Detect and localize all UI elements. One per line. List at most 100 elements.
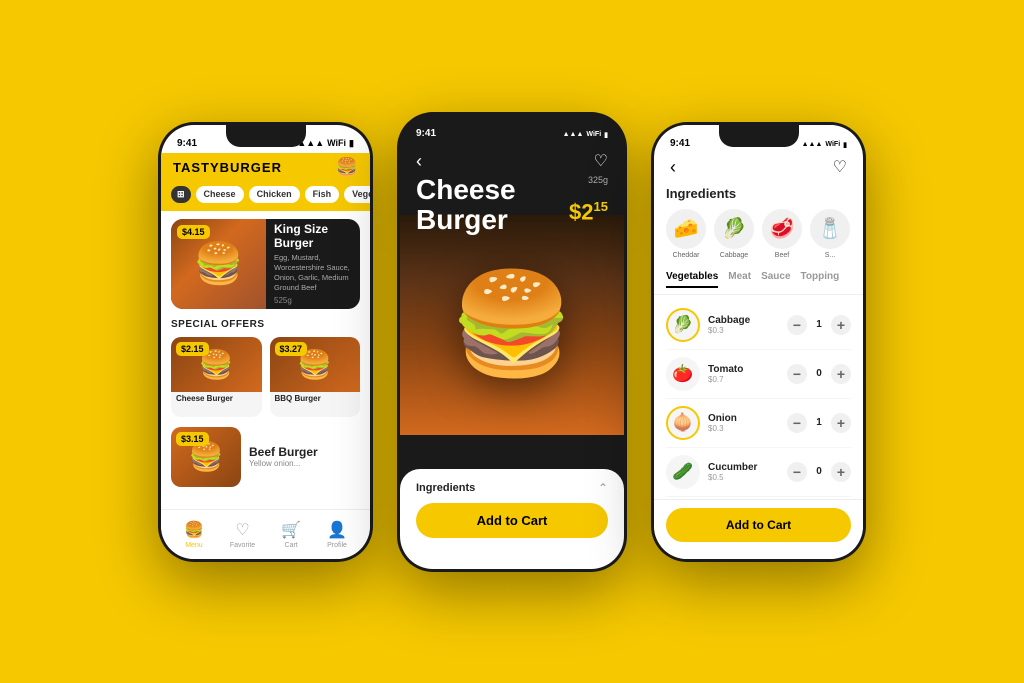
cabbage-name: Cabbage bbox=[708, 315, 779, 326]
ingredients-row: Ingredients ⌃ bbox=[416, 481, 608, 495]
favorite-button[interactable]: ♡ bbox=[594, 151, 608, 172]
phone-ingredients: 9:41 ▲▲▲ WiFi ▮ ‹ ♡ Ingredients 🧀 Chedda… bbox=[651, 122, 866, 562]
tomato-minus-button[interactable]: − bbox=[787, 364, 807, 384]
filter-cheese[interactable]: Cheese bbox=[196, 186, 244, 203]
cabbage-price: $0.3 bbox=[708, 326, 779, 335]
cabbage-circle: 🥬 bbox=[714, 209, 754, 249]
filter-chicken[interactable]: Chicken bbox=[249, 186, 300, 203]
cucumber-qty-control: − 0 + bbox=[787, 462, 851, 482]
featured-card[interactable]: 🍔 $4.15 King Size Burger Egg, Mustard, W… bbox=[171, 219, 360, 309]
featured-image: 🍔 $4.15 bbox=[171, 219, 266, 309]
cucumber-minus-button[interactable]: − bbox=[787, 462, 807, 482]
tomato-qty: 0 bbox=[813, 368, 825, 379]
burger-price: $215 bbox=[569, 199, 608, 225]
tab-meat[interactable]: Meat bbox=[728, 271, 751, 288]
onion-name: Onion bbox=[708, 413, 779, 424]
featured-desc: Egg, Mustard, Worcestershire Sauce, Onio… bbox=[274, 253, 352, 292]
bottom-item-card[interactable]: 🍔 $3.15 Beef Burger Yellow onion... bbox=[171, 427, 360, 487]
special-grid: 🍔 $2.15 Cheese Burger 🍔 $3.27 BBQ Burger bbox=[171, 337, 360, 417]
featured-weight: 525g bbox=[274, 296, 352, 305]
add-to-cart-button-3[interactable]: Add to Cart bbox=[666, 508, 851, 542]
ingredient-list: 🥬 Cabbage $0.3 − 1 + 🍅 Tomato bbox=[654, 295, 863, 499]
special-label-0: Cheese Burger bbox=[171, 392, 262, 405]
top-ingredient-3: 🧂 S... bbox=[810, 209, 850, 259]
favorite-button-3[interactable]: ♡ bbox=[833, 157, 847, 178]
tab-topping[interactable]: Topping bbox=[801, 271, 840, 288]
cabbage-minus-button[interactable]: − bbox=[787, 315, 807, 335]
filter-veg[interactable]: Vegeta... bbox=[344, 186, 370, 203]
favorite-nav-icon: ♡ bbox=[235, 520, 249, 540]
cabbage-icon: 🥬 bbox=[666, 308, 700, 342]
add-to-cart-button[interactable]: Add to Cart bbox=[416, 503, 608, 538]
special-price-0: $2.15 bbox=[176, 342, 209, 356]
ingredients-toggle-icon[interactable]: ⌃ bbox=[598, 481, 608, 495]
battery-icon-3: ▮ bbox=[843, 141, 847, 149]
ingredient-row-3: 🥒 Cucumber $0.5 − 0 + bbox=[666, 448, 851, 497]
top-ingredient-0: 🧀 Cheddar bbox=[666, 209, 706, 259]
veg-tabs: Vegetables Meat Sauce Topping bbox=[654, 265, 863, 295]
phone-menu: 9:41 ▲▲▲ WiFi ▮ TASTYBURGER 🍔 ⊞ Cheese C… bbox=[158, 122, 373, 562]
top-ingredient-1: 🥬 Cabbage bbox=[714, 209, 754, 259]
ingredient-row-1: 🍅 Tomato $0.7 − 0 + bbox=[666, 350, 851, 399]
top-ingredient-2: 🥩 Beef bbox=[762, 209, 802, 259]
special-card-0[interactable]: 🍔 $2.15 Cheese Burger bbox=[171, 337, 262, 417]
featured-info: King Size Burger Egg, Mustard, Worcester… bbox=[266, 219, 360, 309]
salt-circle: 🧂 bbox=[810, 209, 850, 249]
onion-plus-button[interactable]: + bbox=[831, 413, 851, 433]
cucumber-info: Cucumber $0.5 bbox=[708, 462, 779, 482]
special-card-1[interactable]: 🍔 $3.27 BBQ Burger bbox=[270, 337, 361, 417]
burger-hero-image: 🍔 bbox=[400, 215, 624, 435]
time-2: 9:41 bbox=[416, 128, 436, 139]
wifi-icon-3: WiFi bbox=[825, 141, 840, 148]
nav-profile[interactable]: 👤 Profile bbox=[327, 520, 347, 549]
onion-icon: 🧅 bbox=[666, 406, 700, 440]
special-label-1: BBQ Burger bbox=[270, 392, 361, 405]
cucumber-icon: 🥒 bbox=[666, 455, 700, 489]
ingredients-top: Ingredients 🧀 Cheddar 🥬 Cabbage 🥩 Beef bbox=[654, 186, 863, 265]
onion-qty-control: − 1 + bbox=[787, 413, 851, 433]
nav-cart[interactable]: 🛒 Cart bbox=[281, 520, 301, 549]
wifi-icon-2: WiFi bbox=[586, 131, 601, 138]
onion-minus-button[interactable]: − bbox=[787, 413, 807, 433]
cart-nav-icon: 🛒 bbox=[281, 520, 301, 540]
cucumber-price: $0.5 bbox=[708, 473, 779, 482]
status-icons-2: ▲▲▲ WiFi ▮ bbox=[563, 131, 608, 139]
bottom-item-img: 🍔 $3.15 bbox=[171, 427, 241, 487]
nav-favorite[interactable]: ♡ Favorite bbox=[230, 520, 255, 549]
phone1-content: 🍔 $4.15 King Size Burger Egg, Mustard, W… bbox=[161, 211, 370, 509]
filter-fish[interactable]: Fish bbox=[305, 186, 340, 203]
tomato-plus-button[interactable]: + bbox=[831, 364, 851, 384]
cabbage-plus-button[interactable]: + bbox=[831, 315, 851, 335]
onion-info: Onion $0.3 bbox=[708, 413, 779, 433]
time-3: 9:41 bbox=[670, 138, 690, 149]
bottom-item-name: Beef Burger bbox=[249, 445, 360, 459]
cucumber-plus-button[interactable]: + bbox=[831, 462, 851, 482]
status-icons-1: ▲▲▲ WiFi ▮ bbox=[297, 138, 354, 149]
price-decimal: 15 bbox=[594, 199, 608, 214]
time-1: 9:41 bbox=[177, 138, 197, 149]
status-icons-3: ▲▲▲ WiFi ▮ bbox=[802, 141, 847, 149]
burger-weight: 325g bbox=[588, 175, 608, 185]
grid-view-button[interactable]: ⊞ bbox=[171, 186, 191, 203]
back-button-3[interactable]: ‹ bbox=[670, 157, 676, 178]
nav-menu[interactable]: 🍔 Menu bbox=[184, 520, 204, 549]
bottom-item-desc: Yellow onion... bbox=[249, 459, 360, 468]
phone1-header: TASTYBURGER 🍔 bbox=[161, 153, 370, 186]
tomato-info: Tomato $0.7 bbox=[708, 364, 779, 384]
tomato-qty-control: − 0 + bbox=[787, 364, 851, 384]
ingredient-row-2: 🧅 Onion $0.3 − 1 + bbox=[666, 399, 851, 448]
notch bbox=[226, 125, 306, 147]
cucumber-name: Cucumber bbox=[708, 462, 779, 473]
signal-icon-3: ▲▲▲ bbox=[802, 141, 823, 148]
burger-big-emoji: 🍔 bbox=[450, 266, 575, 383]
phone3-bottom: Add to Cart bbox=[654, 499, 863, 559]
menu-icon[interactable]: 🍔 bbox=[336, 157, 358, 178]
menu-nav-label: Menu bbox=[185, 542, 203, 549]
onion-price: $0.3 bbox=[708, 424, 779, 433]
cheddar-label: Cheddar bbox=[673, 252, 700, 259]
tab-sauce[interactable]: Sauce bbox=[761, 271, 790, 288]
cart-nav-label: Cart bbox=[285, 542, 298, 549]
tab-vegetables[interactable]: Vegetables bbox=[666, 271, 718, 288]
back-button[interactable]: ‹ bbox=[416, 151, 422, 172]
profile-nav-icon: 👤 bbox=[327, 520, 347, 540]
